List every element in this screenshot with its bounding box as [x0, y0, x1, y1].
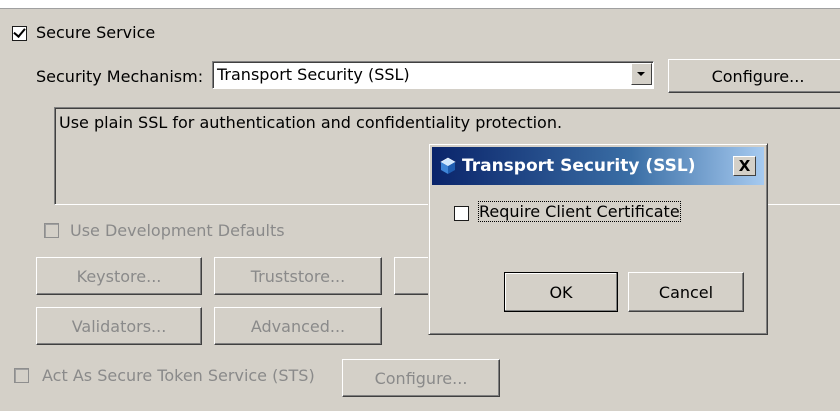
dev-defaults-label: Use Development Defaults: [70, 221, 285, 240]
truststore-button[interactable]: Truststore...: [214, 257, 382, 295]
security-mechanism-value: Transport Security (SSL): [217, 65, 410, 84]
validators-button[interactable]: Validators...: [36, 307, 202, 345]
cancel-button[interactable]: Cancel: [628, 272, 744, 312]
security-mechanism-label: Security Mechanism:: [36, 67, 204, 86]
dialog-titlebar[interactable]: Transport Security (SSL) X: [432, 147, 764, 185]
dev-defaults-checkbox[interactable]: [44, 223, 59, 238]
secure-service-label: Secure Service: [36, 23, 156, 42]
advanced-button[interactable]: Advanced...: [214, 307, 382, 345]
chevron-down-icon: [637, 72, 645, 76]
security-mechanism-select[interactable]: Transport Security (SSL): [212, 61, 654, 89]
sts-checkbox[interactable]: [14, 368, 29, 383]
mechanism-description-text: Use plain SSL for authentication and con…: [59, 113, 563, 132]
close-icon[interactable]: X: [733, 156, 756, 176]
secure-service-checkbox[interactable]: [12, 25, 27, 41]
sts-label: Act As Secure Token Service (STS): [42, 366, 315, 385]
require-client-cert-label: Require Client Certificate: [478, 201, 681, 222]
require-client-cert-checkbox[interactable]: [454, 206, 469, 221]
checkmark-icon: [13, 25, 26, 38]
dialog-title: Transport Security (SSL): [462, 156, 696, 176]
cube-icon: [440, 157, 456, 174]
dropdown-arrow-button[interactable]: [631, 63, 652, 85]
configure-mechanism-button[interactable]: Configure...: [668, 59, 840, 93]
ok-button[interactable]: OK: [504, 272, 618, 312]
sts-configure-button[interactable]: Configure...: [342, 359, 500, 397]
keystore-button[interactable]: Keystore...: [36, 257, 202, 295]
transport-security-dialog: Transport Security (SSL) X Require Clien…: [428, 143, 768, 335]
